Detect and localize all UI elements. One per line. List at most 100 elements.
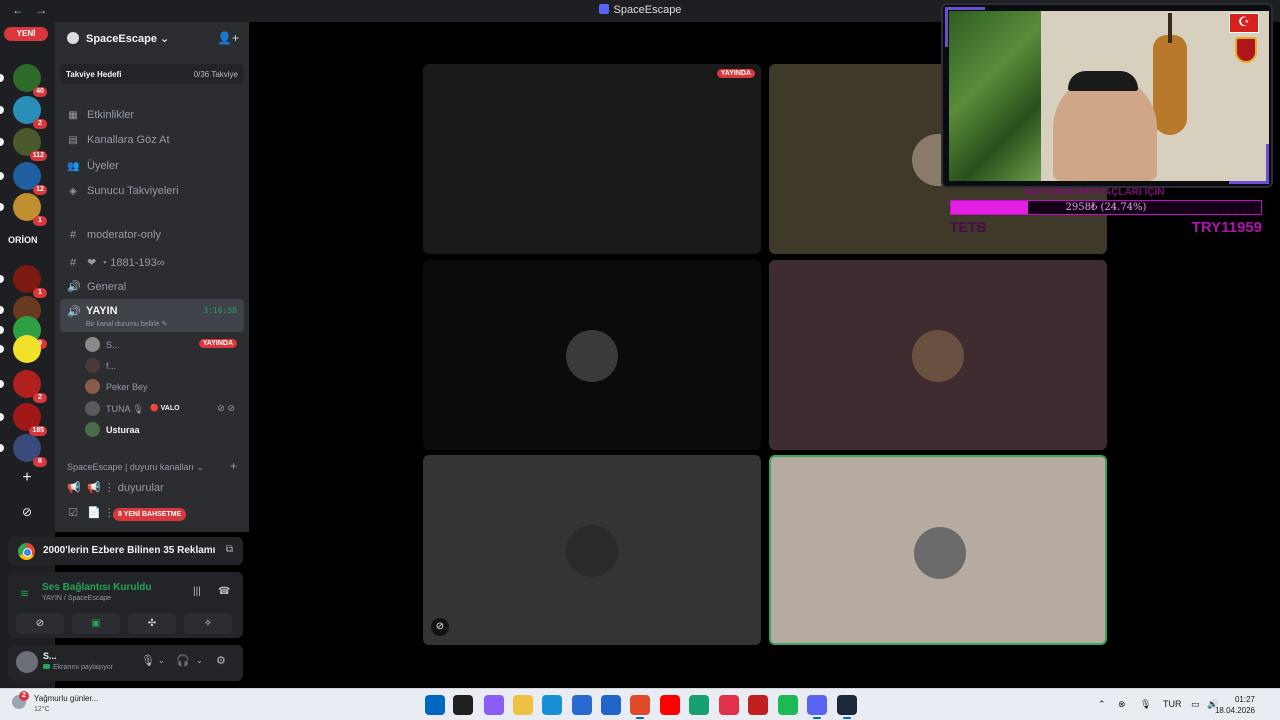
participant-tile[interactable]: ⊘ bbox=[423, 455, 761, 645]
boost-goal-bar[interactable]: Takviye Hedefi 0/36 Takviye bbox=[60, 64, 244, 84]
store-icon[interactable] bbox=[572, 695, 592, 715]
popout-icon[interactable]: ⧉ bbox=[226, 544, 233, 555]
participant-tile[interactable] bbox=[769, 260, 1107, 450]
channel-1881[interactable]: # ❤ ・1881-193∞ bbox=[67, 254, 165, 270]
network-icon[interactable]: ▭ bbox=[1191, 699, 1200, 710]
server-icon[interactable]: 2 bbox=[13, 370, 47, 403]
activity-bar[interactable]: 2000'lerin Ezbere Bilinen 35 Reklamı ⧉ bbox=[8, 537, 243, 565]
weather-badge: 2 bbox=[19, 691, 29, 701]
start-icon[interactable] bbox=[425, 695, 445, 715]
chevron-down-icon[interactable]: ⌄ bbox=[196, 656, 203, 665]
avatar bbox=[914, 527, 966, 579]
unread-pill bbox=[0, 345, 4, 353]
steam-icon[interactable] bbox=[837, 695, 857, 719]
server-icon[interactable]: 1 bbox=[13, 193, 47, 226]
turkish-flag-icon bbox=[1229, 13, 1259, 33]
voice-location[interactable]: YAYIN / SpaceEscape bbox=[42, 595, 111, 602]
voice-user[interactable]: S... YAYINDA bbox=[85, 337, 240, 353]
add-channel-icon[interactable]: + bbox=[230, 459, 237, 473]
app-green-icon[interactable] bbox=[689, 695, 709, 715]
camera-off-button[interactable]: ⊘ bbox=[16, 613, 64, 634]
unread-badge: 40 bbox=[33, 87, 47, 97]
server-icon[interactable]: 40 bbox=[13, 64, 47, 97]
activities-button[interactable]: ✣ bbox=[128, 613, 176, 634]
participant-tile[interactable]: YAYINDA bbox=[423, 64, 761, 254]
server-icon bbox=[67, 32, 79, 44]
channel-duyurular[interactable]: 📢 📢 ⋮ duyurular bbox=[67, 481, 164, 494]
channel-general[interactable]: 🔊 General bbox=[67, 280, 126, 293]
folder-label[interactable]: ORİON bbox=[8, 235, 38, 245]
new-indicator-pill[interactable]: YENİ bbox=[4, 27, 48, 41]
server-name[interactable]: SpaceEscape ⌄ bbox=[86, 32, 169, 45]
voice-user[interactable]: f... bbox=[85, 358, 240, 374]
server-icon[interactable]: 1 bbox=[13, 265, 47, 298]
channel-timer: 3:16:58 bbox=[203, 306, 237, 315]
menu-item-members[interactable]: 👥 Üyeler bbox=[67, 160, 119, 172]
voice-status[interactable]: Ses Bağlantısı Kuruldu bbox=[42, 582, 151, 593]
language-indicator[interactable]: TUR bbox=[1163, 699, 1182, 709]
weather-temperature: 12°C bbox=[34, 706, 50, 713]
user-name[interactable]: S... bbox=[43, 651, 57, 661]
headphones-icon[interactable]: 🎧 bbox=[176, 654, 190, 667]
menu-item-server-boosts[interactable]: ◈ Sunucu Takviyeleri bbox=[67, 185, 178, 197]
task-view-icon[interactable] bbox=[453, 695, 473, 715]
unread-pill bbox=[0, 74, 4, 82]
microphone-icon[interactable]: 🎙 bbox=[1140, 699, 1151, 710]
category-header[interactable]: SpaceEscape | duyuru kanalları ⌄ bbox=[67, 462, 204, 473]
channel-rules[interactable]: ☑ 📄 ⋮ bbox=[67, 506, 115, 519]
server-icon[interactable]: 2 bbox=[13, 96, 47, 129]
mail-icon[interactable] bbox=[601, 695, 621, 715]
frame-corner bbox=[945, 7, 985, 47]
voice-user[interactable]: Usturaa bbox=[85, 422, 240, 438]
discover-button[interactable]: ⊘ bbox=[13, 498, 41, 526]
youtube-icon[interactable] bbox=[660, 695, 680, 715]
donation-goal-amount: TRY11959 bbox=[1191, 219, 1262, 236]
noise-suppression-icon[interactable]: ||| bbox=[193, 586, 201, 597]
gear-icon[interactable]: ⚙ bbox=[216, 654, 226, 667]
unread-pill bbox=[0, 138, 4, 146]
voice-user[interactable]: TUNA 🎙 🔴 VALO ⊘ ⊘ bbox=[85, 401, 240, 417]
clock[interactable]: 01:27 18.04.2026 bbox=[1215, 694, 1255, 716]
tray-overflow-chevron[interactable]: ⌃ bbox=[1098, 699, 1106, 710]
spotify-icon[interactable] bbox=[778, 695, 798, 715]
app-box-icon[interactable] bbox=[748, 695, 768, 715]
server-icon[interactable]: 8 bbox=[13, 434, 47, 467]
server-header[interactable]: SpaceEscape ⌄ 👤+ bbox=[55, 22, 249, 56]
server-icon[interactable]: 185 bbox=[13, 403, 47, 436]
chevron-down-icon[interactable]: ⌄ bbox=[158, 656, 165, 665]
menu-item-events[interactable]: ▦ Etkinlikler bbox=[67, 109, 134, 121]
boost-goal-progress: 0/36 Takviye bbox=[193, 70, 238, 79]
copilot-icon[interactable] bbox=[484, 695, 504, 715]
user-activity: 🔴 VALO bbox=[150, 405, 180, 412]
app-red-icon[interactable] bbox=[719, 695, 739, 715]
server-icon[interactable]: 12 bbox=[13, 162, 47, 195]
security-icon[interactable]: ⊗ bbox=[1118, 699, 1126, 710]
invite-icon[interactable]: 👤+ bbox=[217, 31, 239, 45]
active-channel-name: YAYIN bbox=[86, 305, 118, 317]
avatar bbox=[912, 330, 964, 382]
microphone-icon[interactable]: 🎙 bbox=[141, 654, 155, 667]
voice-user[interactable]: Peker Bey bbox=[85, 379, 240, 395]
avatar[interactable] bbox=[16, 651, 38, 673]
discord-icon bbox=[598, 4, 609, 14]
channel-moderator-only[interactable]: # moderator-only bbox=[67, 229, 161, 241]
file-explorer-icon[interactable] bbox=[513, 695, 533, 715]
discord-icon[interactable] bbox=[807, 695, 827, 719]
chrome-icon[interactable] bbox=[630, 695, 650, 719]
server-icon[interactable]: 112 bbox=[13, 128, 47, 161]
signal-icon[interactable]: ≋ bbox=[20, 587, 29, 600]
participant-tile[interactable] bbox=[769, 455, 1107, 645]
disconnect-icon[interactable]: ☎ bbox=[218, 586, 230, 597]
edge-icon[interactable] bbox=[542, 695, 562, 715]
soundboard-button[interactable]: ✧ bbox=[184, 613, 232, 634]
participant-tile[interactable] bbox=[423, 260, 761, 450]
boost-goal-label: Takviye Hedefi bbox=[66, 70, 122, 79]
add-server-button[interactable]: + bbox=[13, 464, 41, 492]
new-mentions-pill[interactable]: 8 YENİ BAHSETME bbox=[113, 508, 187, 521]
channel-status-prompt[interactable]: Bir kanal durumu belirle ✎ bbox=[86, 320, 167, 328]
screen-share-button[interactable]: ▣ bbox=[72, 613, 120, 634]
channel-yayin-active[interactable]: 🔊 YAYIN 3:16:58 Bir kanal durumu belirle… bbox=[60, 299, 244, 332]
donation-left-label: TETB bbox=[950, 219, 987, 235]
server-icon[interactable] bbox=[13, 335, 41, 363]
menu-item-browse-channels[interactable]: ▤ Kanallara Göz At bbox=[67, 134, 169, 146]
